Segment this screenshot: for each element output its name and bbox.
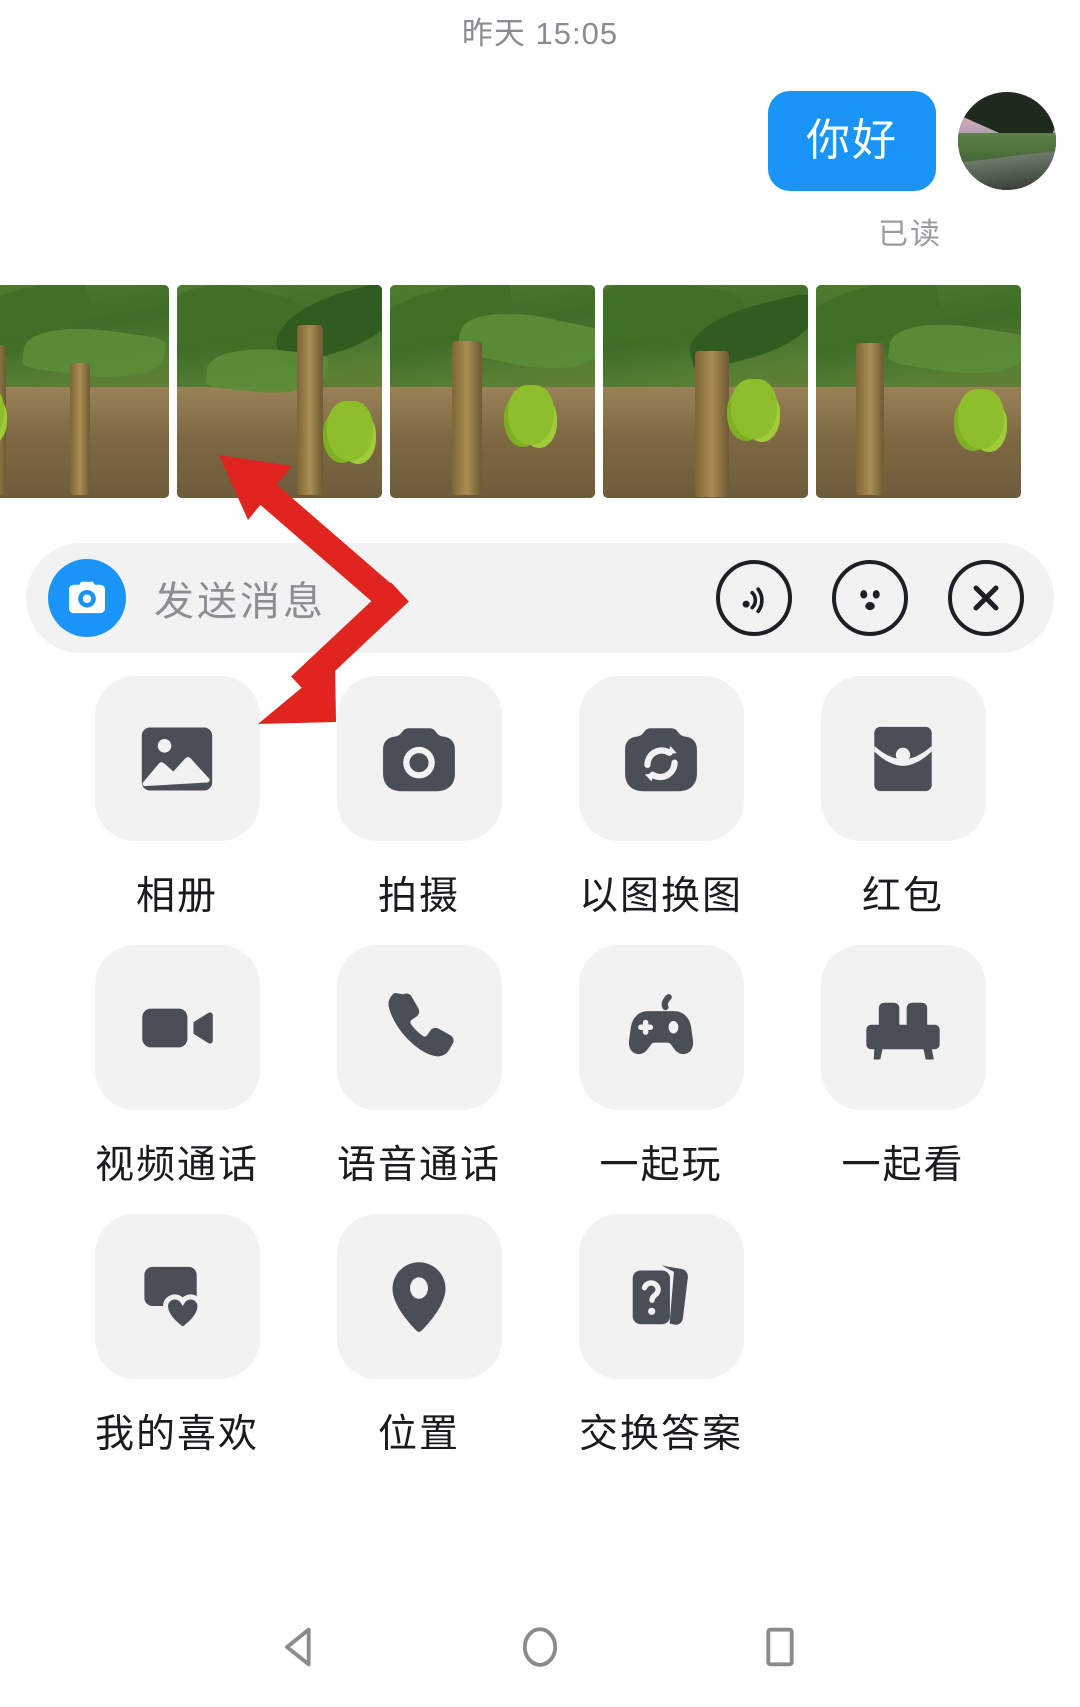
app-label: 以图换图 — [578, 875, 743, 918]
input-bar-icons — [716, 560, 1024, 636]
app-cell-location[interactable]: 位置 — [298, 1214, 540, 1459]
message-input-placeholder[interactable]: 发送消息 — [154, 569, 716, 627]
voice-wave-icon[interactable] — [716, 560, 792, 636]
red-packet-icon — [874, 726, 932, 791]
banana-bunch — [958, 389, 1004, 450]
photo-thumbnail[interactable] — [177, 285, 382, 499]
app-tile[interactable] — [578, 945, 744, 1110]
app-label: 位置 — [377, 1413, 460, 1456]
banana-trunk — [695, 351, 729, 498]
app-cell-voice-call[interactable]: 语音通话 — [298, 945, 540, 1190]
read-receipt-label: 已读 — [878, 218, 942, 252]
message-input-bar[interactable]: 发送消息 — [26, 543, 1054, 653]
app-tile[interactable] — [336, 945, 502, 1110]
image-swap-icon — [625, 727, 697, 791]
banana-trunk — [452, 341, 482, 496]
camera-icon — [383, 727, 455, 791]
photo-thumbnail[interactable] — [816, 285, 1021, 499]
banana-bunch — [327, 401, 373, 462]
sofa-icon — [866, 1002, 940, 1060]
app-label: 相册 — [135, 875, 218, 918]
app-tile[interactable] — [94, 676, 260, 841]
photo-ground — [390, 387, 595, 499]
video-call-icon — [142, 1008, 213, 1047]
app-label: 我的喜欢 — [94, 1413, 259, 1456]
photo-thumbnail[interactable] — [0, 285, 169, 499]
outgoing-message-bubble[interactable]: 你好 — [768, 91, 936, 192]
banana-trunk — [70, 363, 90, 496]
close-x-icon[interactable] — [948, 560, 1024, 636]
app-label: 语音通话 — [336, 1144, 501, 1187]
phone-call-icon — [388, 992, 454, 1056]
app-label: 一起玩 — [599, 1144, 723, 1187]
chat-timestamp: 昨天 15:05 — [461, 16, 619, 51]
app-cell-exchange-answers[interactable]: 交换答案 — [540, 1214, 782, 1459]
app-cell-image-swap[interactable]: 以图换图 — [540, 676, 782, 921]
app-cell-camera[interactable]: 拍摄 — [298, 676, 540, 921]
app-tile[interactable] — [820, 676, 986, 841]
question-cards-icon — [632, 1264, 688, 1325]
home-circle-icon[interactable] — [509, 1616, 571, 1678]
app-tile[interactable] — [336, 676, 502, 841]
app-cell-red-packet[interactable]: 红包 — [782, 676, 1024, 921]
photo-album-icon — [141, 726, 213, 791]
app-tile[interactable] — [336, 1214, 502, 1379]
app-label: 视频通话 — [94, 1144, 259, 1187]
camera-icon[interactable] — [48, 559, 126, 637]
heart-favorite-icon — [144, 1266, 203, 1332]
message-row: 你好 — [0, 91, 1080, 192]
banana-bunch — [731, 379, 777, 440]
app-tile[interactable] — [94, 945, 260, 1110]
back-triangle-icon[interactable] — [269, 1616, 331, 1678]
app-label: 红包 — [861, 875, 944, 918]
android-navigation-bar — [0, 1587, 1080, 1707]
photo-thumbnail[interactable] — [390, 285, 595, 499]
banana-trunk — [856, 343, 884, 496]
app-cell-video-call[interactable]: 视频通话 — [56, 945, 298, 1190]
app-tile[interactable] — [578, 676, 744, 841]
gamepad-icon — [628, 993, 694, 1054]
app-cell-empty — [782, 1214, 1024, 1459]
app-label: 拍摄 — [377, 875, 460, 918]
banana-bunch — [508, 385, 554, 446]
recents-square-icon[interactable] — [749, 1616, 811, 1678]
app-cell-album[interactable]: 相册 — [56, 676, 298, 921]
attachment-app-grid: 相册 拍摄 以图换图 红包 视频通话 语音通话 一起玩 一起看 我的喜欢 位置 … — [0, 676, 1080, 1459]
app-tile[interactable] — [820, 945, 986, 1110]
app-label: 交换答案 — [578, 1413, 743, 1456]
app-cell-play-together[interactable]: 一起玩 — [540, 945, 782, 1190]
emoji-face-icon[interactable] — [832, 560, 908, 636]
app-cell-watch-together[interactable]: 一起看 — [782, 945, 1024, 1190]
photo-thumbnail[interactable] — [603, 285, 808, 499]
banana-trunk — [297, 325, 323, 496]
app-tile[interactable] — [578, 1214, 744, 1379]
app-label: 一起看 — [841, 1144, 965, 1187]
photo-strip[interactable] — [0, 285, 1080, 499]
location-pin-icon — [392, 1261, 446, 1332]
app-tile[interactable] — [94, 1214, 260, 1379]
read-receipt-row: 已读 — [0, 209, 1080, 253]
app-cell-my-favorites[interactable]: 我的喜欢 — [56, 1214, 298, 1459]
avatar[interactable] — [958, 92, 1056, 191]
